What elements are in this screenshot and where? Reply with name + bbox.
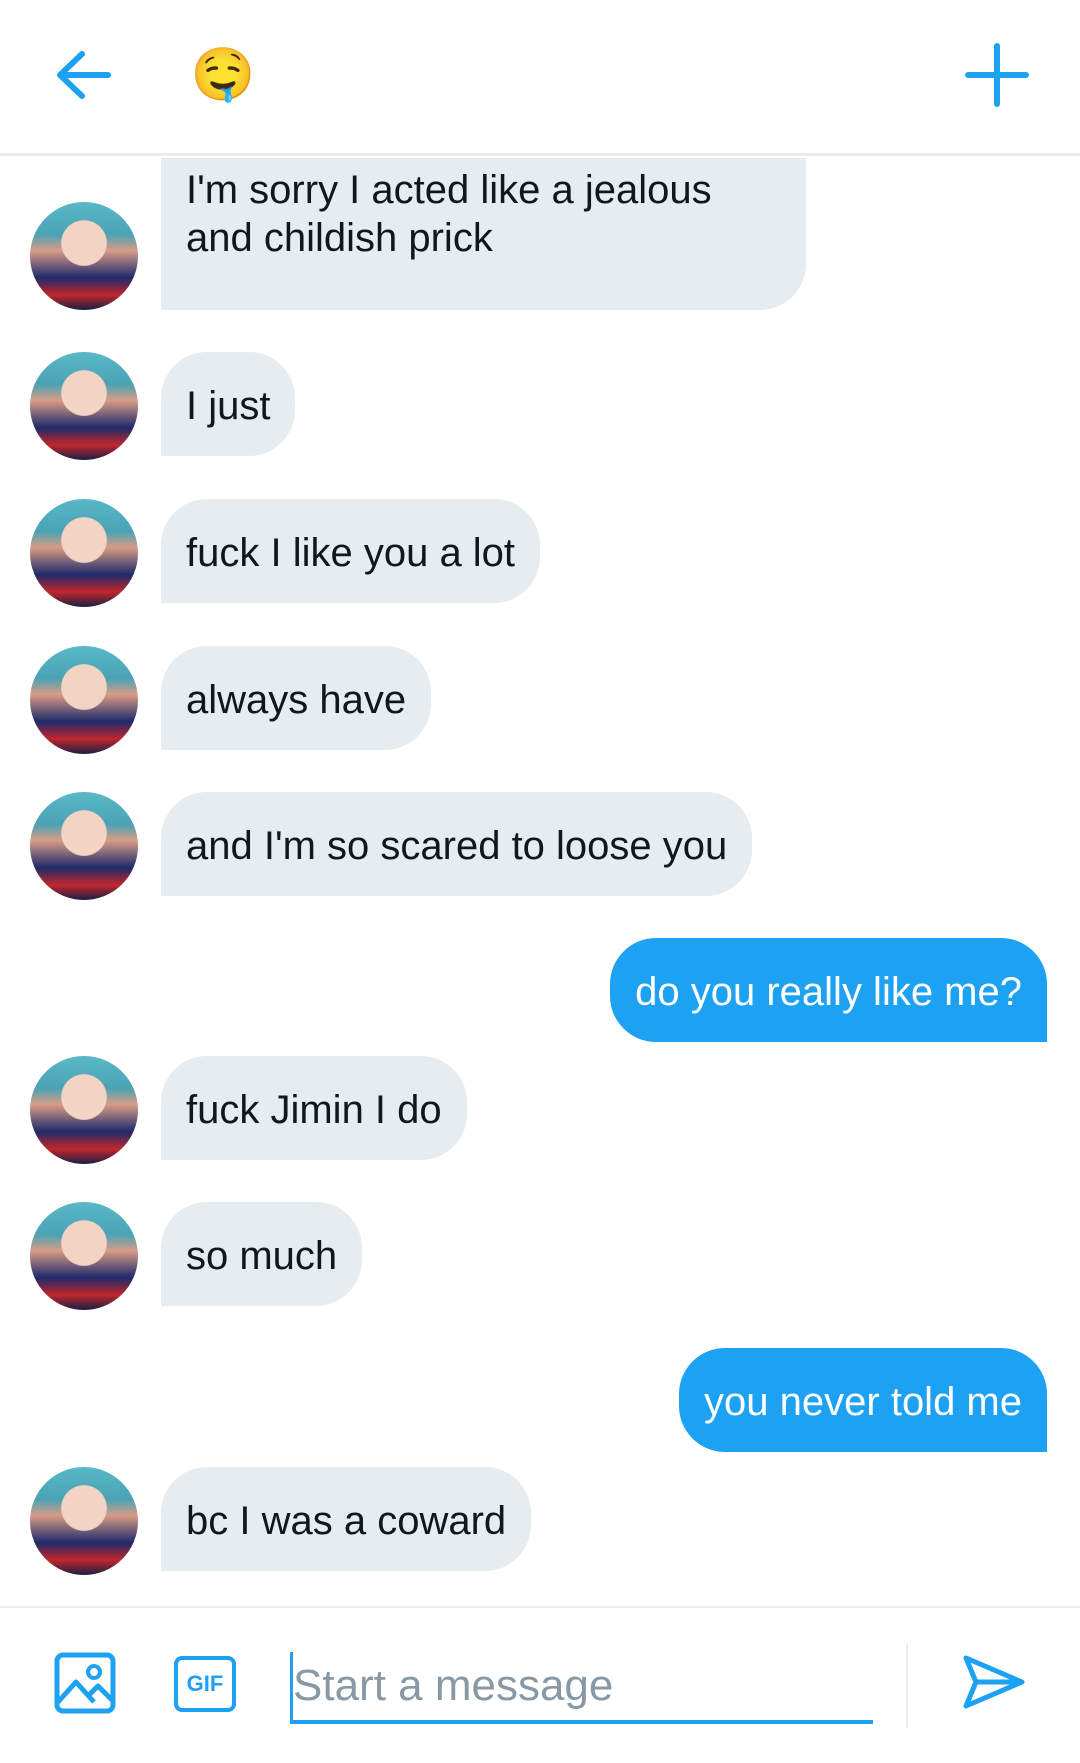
message-row-received: so much [0, 1202, 1080, 1312]
avatar[interactable] [30, 1202, 138, 1310]
avatar[interactable] [30, 499, 138, 607]
message-input[interactable] [290, 1652, 873, 1724]
conversation-header: 🤤 [0, 0, 1080, 156]
message-composer: GIF [0, 1606, 1080, 1763]
avatar[interactable] [30, 646, 138, 754]
message-bubble[interactable]: and I'm so scared to loose you [161, 792, 753, 896]
message-row-received: and I'm so scared to loose you [0, 792, 1080, 902]
avatar[interactable] [30, 202, 138, 310]
message-list: I'm sorry I acted like a jealous and chi… [0, 156, 1080, 1606]
message-row-received: I just [0, 352, 1080, 462]
avatar[interactable] [30, 1467, 138, 1575]
message-bubble[interactable]: bc I was a coward [161, 1467, 532, 1571]
message-bubble[interactable]: fuck I like you a lot [161, 499, 541, 603]
message-row-received: fuck Jimin I do [0, 1056, 1080, 1166]
message-row-sent: do you really like me? [0, 938, 1080, 1048]
message-bubble[interactable]: I'm sorry I acted like a jealous and chi… [161, 158, 806, 310]
composer-divider [906, 1644, 908, 1728]
message-bubble[interactable]: always have [161, 646, 432, 750]
plus-icon[interactable] [960, 38, 1034, 112]
message-bubble[interactable]: so much [161, 1202, 363, 1306]
message-row-received: always have [0, 646, 1080, 756]
message-row-received: I'm sorry I acted like a jealous and chi… [0, 156, 1080, 310]
conversation-title-emoji[interactable]: 🤤 [188, 40, 258, 110]
message-row-sent: you never told me [0, 1348, 1080, 1458]
message-bubble[interactable]: I just [161, 352, 296, 456]
avatar[interactable] [30, 1056, 138, 1164]
message-row-received: fuck I like you a lot [0, 499, 1080, 609]
avatar[interactable] [30, 352, 138, 460]
message-row-received: bc I was a coward [0, 1467, 1080, 1577]
message-bubble[interactable]: fuck Jimin I do [161, 1056, 467, 1160]
back-arrow-icon[interactable] [50, 40, 120, 110]
avatar[interactable] [30, 792, 138, 900]
message-bubble-sent[interactable]: do you really like me? [610, 938, 1047, 1042]
gif-button[interactable]: GIF [174, 1656, 236, 1712]
send-icon[interactable] [962, 1650, 1026, 1714]
image-icon[interactable] [54, 1652, 116, 1714]
message-bubble-sent[interactable]: you never told me [679, 1348, 1047, 1452]
